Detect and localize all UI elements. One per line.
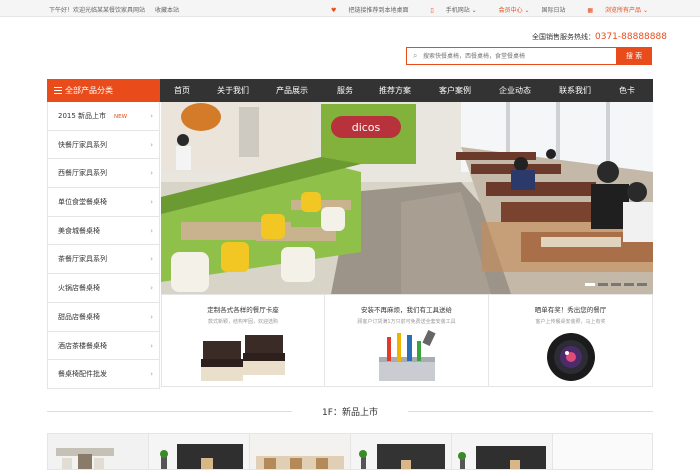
weixin-link[interactable]: ♥ 把链接推荐到本地桌面 bbox=[321, 7, 408, 14]
restaurant-photo: dicos bbox=[161, 102, 653, 294]
nav-item-service[interactable]: 服务 bbox=[337, 79, 353, 102]
top-bar: 下午好！欢迎光临某某餐饮家具网站 收藏本站 ♥ 把链接推荐到本地桌面 ▯ 手机网站 … bbox=[0, 0, 700, 17]
intl-link[interactable]: 国际日站 bbox=[541, 7, 565, 14]
feature-tools[interactable]: 安装不再麻烦，我们有工具送给 顾客户订货满1万只前可免费送全套安装工具 bbox=[325, 295, 489, 386]
slider-dots bbox=[582, 271, 647, 290]
chevron-right-icon: › bbox=[150, 169, 153, 178]
category-item[interactable]: 快餐厅家具系列 › bbox=[48, 131, 159, 160]
slider-dot[interactable] bbox=[624, 283, 634, 286]
category-item[interactable]: 餐桌椅配件批发 › bbox=[48, 360, 159, 389]
chevron-right-icon: › bbox=[150, 341, 153, 350]
feature-panel: 定制各式各样的餐厅卡座 款式新颖，结构牢固，欢迎选购 安装不再麻烦，我们有工具送… bbox=[161, 294, 653, 387]
product-image bbox=[149, 434, 249, 469]
top-bar-right: ♥ 把链接推荐到本地桌面 ▯ 手机网站 ⌄ 会员中心 ⌄ 国际日站 ▦ 浏览所有产品 … bbox=[311, 5, 648, 14]
chevron-right-icon: › bbox=[150, 255, 153, 264]
slider-dot[interactable] bbox=[585, 283, 595, 286]
nav-item-solutions[interactable]: 推荐方案 bbox=[379, 79, 411, 102]
product-card[interactable] bbox=[553, 434, 652, 469]
dicos-sign: dicos bbox=[352, 121, 381, 134]
main-nav: 首页 关于我们 产品展示 服务 推荐方案 客户案例 企业动态 联系我们 色卡 bbox=[160, 79, 653, 102]
feature-showcase[interactable]: 晒单有奖！秀出您的餐厅 客户上传餐桌安装照，马上有奖 bbox=[489, 295, 652, 386]
all-products-link[interactable]: ▦ 浏览所有产品 ⌄ bbox=[577, 7, 648, 14]
chevron-right-icon: › bbox=[150, 312, 153, 321]
nav-item-home[interactable]: 首页 bbox=[174, 79, 190, 102]
product-image bbox=[48, 434, 148, 469]
feature-subtitle: 款式新颖，结构牢固，欢迎选购 bbox=[207, 319, 278, 325]
camera-lens-image bbox=[546, 333, 595, 381]
product-image bbox=[553, 434, 652, 469]
nav-item-color-card[interactable]: 色卡 bbox=[619, 79, 635, 102]
feature-title: 晒单有奖！秀出您的餐厅 bbox=[534, 306, 607, 314]
mobile-link[interactable]: ▯ 手机网站 ⌄ bbox=[420, 7, 476, 14]
category-item[interactable]: 西餐厅家具系列 › bbox=[48, 159, 159, 189]
product-card[interactable] bbox=[48, 434, 149, 469]
hero-banner[interactable]: dicos bbox=[161, 102, 653, 294]
chevron-right-icon: › bbox=[150, 370, 153, 379]
slider-dot[interactable] bbox=[637, 283, 647, 286]
feature-subtitle: 顾客户订货满1万只前可免费送全套安装工具 bbox=[357, 319, 456, 325]
grid-icon: ▦ bbox=[587, 7, 594, 14]
product-grid bbox=[47, 433, 653, 470]
category-item[interactable]: 单位食堂餐桌椅 › bbox=[48, 188, 159, 217]
member-link[interactable]: 会员中心 ⌄ bbox=[489, 7, 530, 14]
chevron-right-icon: › bbox=[150, 198, 153, 207]
nav-item-about[interactable]: 关于我们 bbox=[217, 79, 249, 102]
floor-heading: 1F：新品上市 bbox=[0, 404, 700, 418]
category-item[interactable]: 2015 新品上市 NEW › bbox=[48, 102, 159, 131]
product-card[interactable] bbox=[351, 434, 452, 469]
nav-item-cases[interactable]: 客户案例 bbox=[439, 79, 471, 102]
hotline-number: 0371-88888888 bbox=[595, 32, 667, 42]
chevron-right-icon: › bbox=[150, 140, 153, 149]
category-title: 全部产品分类 bbox=[65, 86, 113, 95]
product-image bbox=[351, 434, 451, 469]
chevron-right-icon: › bbox=[150, 226, 153, 235]
category-header[interactable]: 全部产品分类 bbox=[47, 79, 160, 102]
greeting-text: 下午好！欢迎光临某某餐饮家具网站 bbox=[49, 7, 146, 14]
feature-title: 定制各式各样的餐厅卡座 bbox=[207, 306, 279, 314]
category-item[interactable]: 美食城餐桌椅 › bbox=[48, 217, 159, 246]
top-bar-left: 下午好！欢迎光临某某餐饮家具网站 收藏本站 bbox=[49, 5, 187, 14]
category-item[interactable]: 酒店茶楼餐桌椅 › bbox=[48, 332, 159, 361]
favorite-link[interactable]: 收藏本站 bbox=[155, 7, 179, 14]
hotline: 全国销售服务热线：0371-88888888 bbox=[532, 32, 667, 42]
product-card[interactable] bbox=[149, 434, 250, 469]
phone-icon: ▯ bbox=[430, 7, 434, 14]
feature-subtitle: 客户上传餐桌安装照，马上有奖 bbox=[535, 319, 606, 325]
search-input[interactable] bbox=[423, 49, 603, 63]
menu-icon bbox=[54, 87, 62, 94]
product-card[interactable] bbox=[452, 434, 553, 469]
search-icon: ⌕ bbox=[413, 51, 418, 60]
toolbox-image bbox=[378, 329, 436, 381]
product-card[interactable] bbox=[250, 434, 351, 469]
chevron-right-icon: › bbox=[150, 284, 153, 293]
feature-title: 安装不再麻烦，我们有工具送给 bbox=[361, 306, 452, 314]
divider bbox=[408, 411, 653, 412]
booth-seat-image bbox=[201, 335, 285, 381]
category-item[interactable]: 火锅店餐桌椅 › bbox=[48, 274, 159, 303]
category-list: 2015 新品上市 NEW › 快餐厅家具系列 › 西餐厅家具系列 › 单位食堂餐桌椅 ›… bbox=[47, 102, 160, 389]
nav-item-contact[interactable]: 联系我们 bbox=[559, 79, 591, 102]
product-image bbox=[250, 434, 350, 469]
search-button[interactable]: 搜 索 bbox=[616, 47, 652, 65]
category-item[interactable]: 茶餐厅家具系列 › bbox=[48, 245, 159, 275]
slider-dot[interactable] bbox=[598, 283, 608, 286]
category-item[interactable]: 甜品店餐桌椅 › bbox=[48, 303, 159, 332]
slider-dot[interactable] bbox=[611, 283, 621, 286]
feature-booth[interactable]: 定制各式各样的餐厅卡座 款式新颖，结构牢固，欢迎选购 bbox=[162, 295, 325, 386]
search-box: ⌕ 搜 索 bbox=[406, 47, 652, 65]
chevron-right-icon: › bbox=[150, 112, 153, 120]
new-badge: NEW bbox=[114, 114, 128, 120]
product-image bbox=[452, 434, 552, 469]
hotline-label: 全国销售服务热线： bbox=[532, 33, 595, 41]
nav-item-products[interactable]: 产品展示 bbox=[276, 79, 308, 102]
nav-item-news[interactable]: 企业动态 bbox=[499, 79, 531, 102]
heart-icon: ♥ bbox=[331, 7, 337, 14]
